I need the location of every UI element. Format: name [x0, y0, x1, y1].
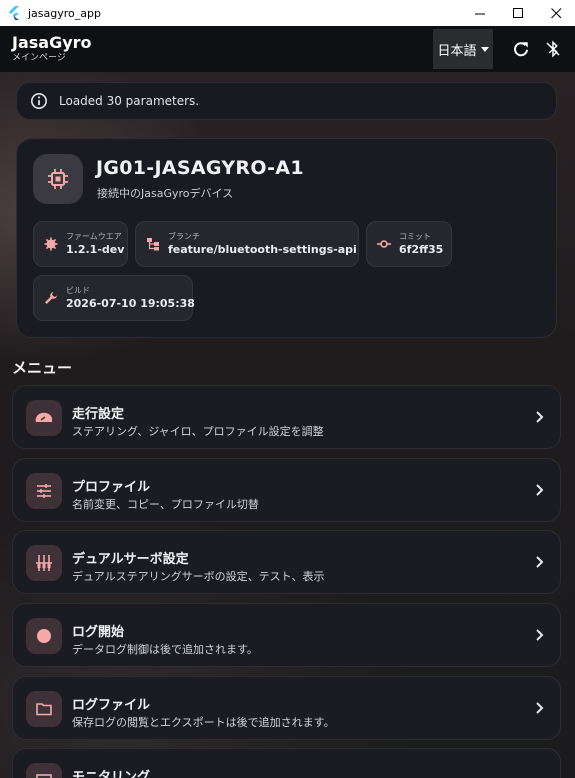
maximize-icon [512, 7, 523, 18]
menu-item-driving-settings[interactable]: 走行設定 ステアリング、ジャイロ、プロファイル設定を調整 [12, 385, 561, 449]
close-icon [550, 7, 561, 18]
bluetooth-button[interactable] [537, 29, 569, 69]
chip-value: 2026-07-10 19:05:38 [66, 297, 195, 310]
app-title-block: JasaGyro メインページ [0, 34, 433, 64]
branch-chip: ブランチ feature/bluetooth-settings-api [135, 221, 359, 267]
info-icon [30, 92, 48, 110]
menu-item-title: 走行設定 [72, 407, 125, 422]
chip-label: ファームウエア [66, 232, 122, 241]
menu-item-subtitle: データログ制御は後で追加されます。 [72, 643, 258, 656]
language-label: 日本語 [437, 43, 477, 59]
branch-icon [147, 238, 159, 251]
chip-value: feature/bluetooth-settings-api [168, 243, 357, 256]
status-message: Loaded 30 parameters. [59, 94, 200, 108]
window-title: jasagyro_app [28, 6, 101, 20]
firmware-chip: ファームウエア 1.2.1-dev [33, 221, 128, 267]
device-icon-box [33, 154, 83, 204]
menu-item-title: ログ開始 [72, 625, 125, 640]
bluetooth-disabled-icon [546, 40, 560, 58]
menu-item-subtitle: デュアルステアリングサーボの設定、テスト、表示 [72, 570, 325, 583]
window-title-bar: jasagyro_app [0, 0, 575, 27]
maximize-button[interactable] [499, 0, 537, 26]
menu-item-title: モニタリング [72, 770, 151, 778]
device-name: JG01-JASAGYRO-A1 [96, 157, 304, 179]
language-dropdown[interactable]: 日本語 [433, 29, 493, 69]
menu-item-title: ログファイル [72, 698, 151, 713]
folder-icon [36, 703, 52, 716]
minimize-icon [474, 13, 485, 14]
chevron-right-icon [536, 629, 544, 641]
device-subtitle: 接続中のJasaGyroデバイス [97, 187, 234, 200]
status-banner: Loaded 30 parameters. [16, 82, 557, 120]
menu-icon-box [26, 618, 62, 654]
app-bar: JasaGyro メインページ 日本語 [0, 26, 575, 72]
chevron-right-icon [536, 411, 544, 423]
menu-item-subtitle: ステアリング、ジャイロ、プロファイル設定を調整 [72, 425, 324, 438]
chevron-right-icon [536, 484, 544, 496]
commit-icon [377, 240, 391, 248]
app-title: JasaGyro [12, 33, 92, 52]
sliders-icon [37, 484, 51, 498]
menu-item-subtitle: 名前変更、コピー、プロファイル切替 [72, 498, 259, 511]
menu-item-title: デュアルサーボ設定 [72, 552, 189, 567]
chevron-right-icon [536, 702, 544, 714]
caret-down-icon [480, 46, 489, 52]
menu-item-dual-servo[interactable]: デュアルサーボ設定 デュアルステアリングサーボの設定、テスト、表示 [12, 530, 561, 594]
commit-chip: コミット 6f2ff35 [366, 221, 452, 267]
menu-item-monitoring[interactable]: モニタリング [12, 748, 561, 778]
main-content: Loaded 30 parameters. JG01-JASAGYRO-A1 接… [0, 72, 575, 778]
menu-item-profile[interactable]: プロファイル 名前変更、コピー、プロファイル切替 [12, 458, 561, 522]
chip-value: 6f2ff35 [399, 243, 444, 256]
firmware-icon [44, 237, 58, 251]
build-chip: ビルド 2026-07-10 19:05:38 [33, 275, 195, 321]
menu-icon-box [26, 400, 62, 436]
speedometer-icon [35, 412, 52, 422]
refresh-button[interactable] [505, 29, 537, 69]
menu-item-log-files[interactable]: ログファイル 保存ログの閲覧とエクスポートは後で追加されます。 [12, 676, 561, 740]
record-icon [37, 629, 51, 643]
chevron-right-icon [536, 556, 544, 568]
chip-label: ビルド [66, 286, 90, 295]
chip-label: コミット [399, 232, 431, 241]
flutter-logo-icon [9, 6, 19, 20]
refresh-icon [514, 42, 528, 57]
menu-item-start-log[interactable]: ログ開始 データログ制御は後で追加されます。 [12, 603, 561, 667]
menu-heading: メニュー [12, 359, 73, 377]
wrench-icon [45, 292, 57, 304]
page-subtitle: メインページ [12, 53, 66, 63]
device-card: JG01-JASAGYRO-A1 接続中のJasaGyroデバイス ファームウエ… [16, 138, 557, 338]
chip-value: 1.2.1-dev [66, 243, 125, 256]
menu-item-subtitle: 保存ログの閲覧とエクスポートは後で追加されます。 [72, 716, 335, 729]
close-window-button[interactable] [537, 0, 575, 26]
menu-item-title: プロファイル [72, 480, 151, 495]
chip-icon [48, 169, 68, 189]
minimize-button[interactable] [461, 0, 499, 26]
monitor-icon [36, 774, 52, 778]
menu-icon-box [26, 763, 62, 778]
servo-icon [36, 555, 52, 571]
menu-icon-box [26, 545, 62, 581]
menu-icon-box [26, 691, 62, 727]
menu-icon-box [26, 473, 62, 509]
chip-label: ブランチ [168, 232, 200, 241]
